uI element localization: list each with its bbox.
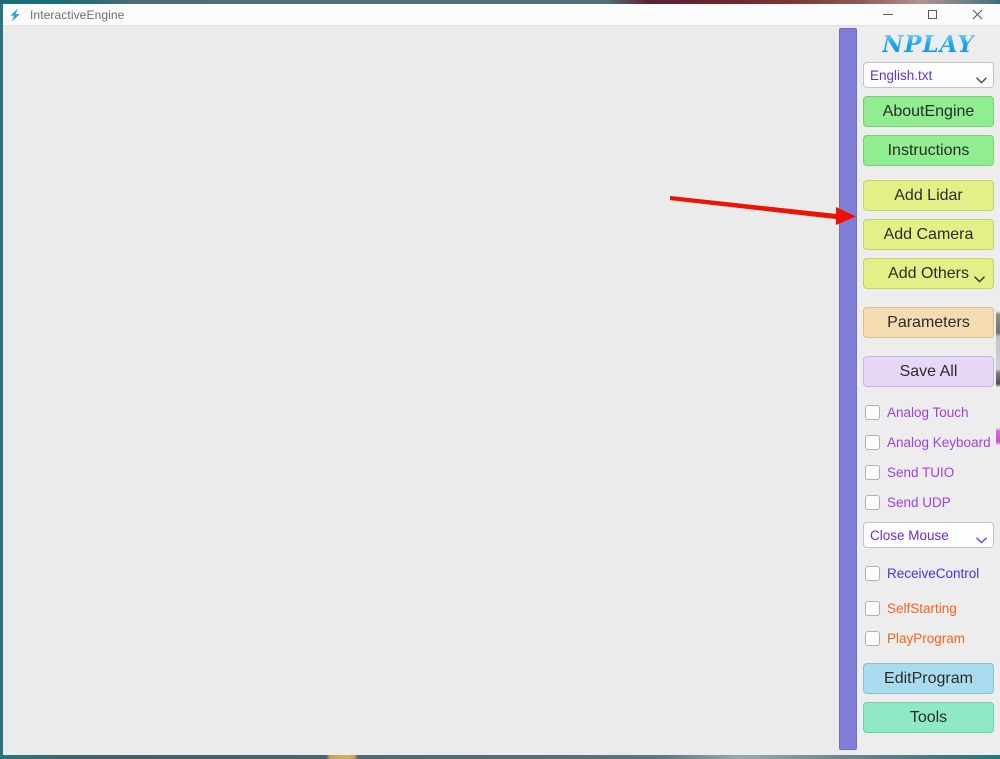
send-udp-checkbox-row[interactable]: Send UDP bbox=[863, 491, 994, 513]
app-logo: NPLAY bbox=[857, 30, 1000, 58]
analog-keyboard-checkbox[interactable] bbox=[865, 434, 880, 450]
language-file-select-value: English.txt bbox=[870, 67, 933, 83]
receive-control-checkbox[interactable] bbox=[865, 565, 880, 581]
application-window: InteractiveEngine NPLAY English.txt Abou… bbox=[0, 0, 1000, 759]
add-others-button-label: Add Others bbox=[888, 264, 969, 282]
instructions-button-label: Instructions bbox=[887, 141, 970, 159]
minimize-button[interactable] bbox=[865, 4, 910, 26]
main-canvas-area[interactable] bbox=[3, 27, 838, 755]
window-bottom-accent-border bbox=[0, 755, 1000, 759]
save-all-button[interactable]: Save All bbox=[863, 356, 994, 387]
close-button[interactable] bbox=[955, 4, 1000, 26]
about-engine-button-label: AboutEngine bbox=[882, 102, 975, 120]
receive-control-checkbox-row[interactable]: ReceiveControl bbox=[863, 562, 994, 584]
lightning-bolt-icon bbox=[7, 7, 23, 23]
parameters-button-label: Parameters bbox=[887, 313, 970, 331]
play-program-checkbox[interactable] bbox=[865, 630, 880, 646]
maximize-icon bbox=[928, 10, 937, 19]
analog-keyboard-checkbox-row[interactable]: Analog Keyboard bbox=[863, 431, 994, 453]
receive-control-label: ReceiveControl bbox=[887, 565, 980, 581]
parameters-button[interactable]: Parameters bbox=[863, 307, 994, 338]
send-udp-checkbox[interactable] bbox=[865, 494, 880, 510]
right-edge-background-bleed bbox=[996, 27, 1000, 755]
vertical-splitter-scrollbar[interactable] bbox=[839, 28, 857, 750]
self-starting-label: SelfStarting bbox=[887, 600, 957, 616]
language-file-select[interactable]: English.txt bbox=[863, 62, 994, 88]
app-logo-text: NPLAY bbox=[882, 30, 975, 58]
close-icon bbox=[972, 9, 983, 20]
chevron-down-icon bbox=[974, 270, 985, 283]
self-starting-checkbox[interactable] bbox=[865, 600, 880, 616]
tools-button-label: Tools bbox=[909, 708, 948, 726]
chevron-down-icon bbox=[976, 532, 987, 544]
mouse-mode-select-value: Close Mouse bbox=[870, 527, 949, 543]
send-tuio-checkbox-row[interactable]: Send TUIO bbox=[863, 461, 994, 483]
edit-program-button-label: EditProgram bbox=[884, 669, 973, 687]
send-udp-label: Send UDP bbox=[887, 494, 951, 510]
right-control-panel: NPLAY English.txt AboutEngine Instructio… bbox=[857, 27, 1000, 755]
window-controls bbox=[865, 4, 1000, 26]
mouse-mode-select[interactable]: Close Mouse bbox=[863, 522, 994, 548]
minimize-icon bbox=[882, 14, 893, 15]
analog-keyboard-label: Analog Keyboard bbox=[887, 434, 991, 450]
window-top-accent-border bbox=[0, 0, 1000, 4]
tools-button[interactable]: Tools bbox=[863, 702, 994, 733]
add-lidar-button[interactable]: Add Lidar bbox=[863, 180, 994, 211]
self-starting-checkbox-row[interactable]: SelfStarting bbox=[863, 597, 994, 619]
add-camera-button-label: Add Camera bbox=[883, 225, 974, 243]
window-title: InteractiveEngine bbox=[30, 7, 125, 22]
analog-touch-checkbox-row[interactable]: Analog Touch bbox=[863, 401, 994, 423]
analog-touch-checkbox[interactable] bbox=[865, 404, 880, 420]
chevron-down-icon bbox=[976, 72, 987, 84]
window-left-border bbox=[0, 4, 3, 755]
send-tuio-label: Send TUIO bbox=[887, 464, 955, 480]
play-program-label: PlayProgram bbox=[887, 630, 966, 646]
add-camera-button[interactable]: Add Camera bbox=[863, 219, 994, 250]
maximize-button[interactable] bbox=[910, 4, 955, 26]
save-all-button-label: Save All bbox=[899, 362, 958, 380]
instructions-button[interactable]: Instructions bbox=[863, 135, 994, 166]
about-engine-button[interactable]: AboutEngine bbox=[863, 96, 994, 127]
analog-touch-label: Analog Touch bbox=[887, 404, 969, 420]
play-program-checkbox-row[interactable]: PlayProgram bbox=[863, 627, 994, 649]
add-others-dropdown-button[interactable]: Add Others bbox=[863, 258, 994, 289]
add-lidar-button-label: Add Lidar bbox=[894, 186, 963, 204]
send-tuio-checkbox[interactable] bbox=[865, 464, 880, 480]
title-bar: InteractiveEngine bbox=[0, 4, 1000, 26]
edit-program-button[interactable]: EditProgram bbox=[863, 663, 994, 694]
